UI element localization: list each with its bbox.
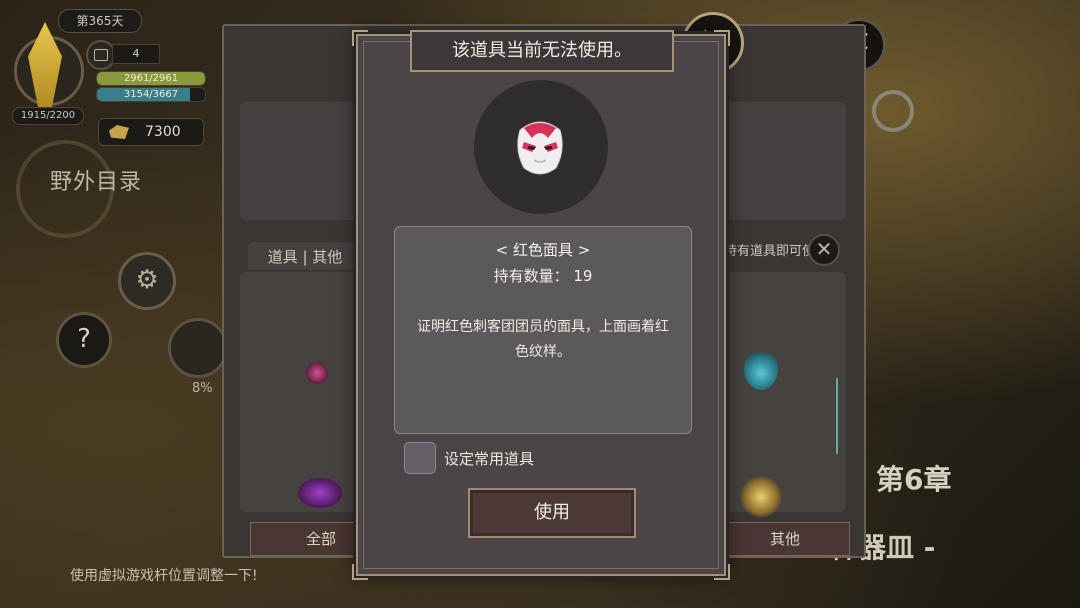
help-button[interactable]: ? bbox=[56, 312, 112, 368]
corner-ornament bbox=[352, 564, 368, 580]
item-purple-gem-icon[interactable] bbox=[298, 478, 342, 508]
day-counter: 第365天 bbox=[58, 9, 142, 33]
item-quantity: 持有数量： 19 bbox=[493, 267, 593, 285]
energy-bar: 3154/3667 bbox=[96, 87, 206, 102]
gold-icon bbox=[109, 125, 129, 139]
tab-items-other[interactable]: 道具 | 其他 bbox=[248, 242, 362, 270]
corner-ornament bbox=[714, 564, 730, 580]
health-bar: 2961/2961 bbox=[96, 71, 206, 86]
item-pink-orb-icon[interactable] bbox=[306, 362, 328, 384]
calendar-count: 4 bbox=[112, 44, 160, 64]
gold-counter: 7300 bbox=[98, 118, 204, 146]
item-dialog: 该道具当前无法使用。 < 红色面具 > 持有数量： 19 证明红色刺客团团员的面… bbox=[352, 30, 730, 580]
progress-percent: 8% bbox=[192, 381, 213, 396]
scrollbar[interactable] bbox=[836, 378, 838, 454]
chapter-label: 第6章 bbox=[876, 463, 952, 496]
schedule-calendar-icon[interactable] bbox=[168, 318, 228, 378]
settings-gear-icon[interactable]: ⚙ bbox=[118, 252, 176, 310]
filter-other-button[interactable]: 其他 bbox=[720, 522, 850, 556]
crystal-value: 1915/2200 bbox=[12, 107, 84, 125]
joystick-hint: 使用虚拟游戏杆位置调整一下! bbox=[70, 568, 258, 584]
favorite-checkbox-label: 设定常用道具 bbox=[444, 450, 535, 468]
item-portrait bbox=[474, 80, 608, 214]
corner-ornament bbox=[352, 30, 368, 46]
use-button[interactable]: 使用 bbox=[468, 488, 636, 538]
favorite-checkbox[interactable] bbox=[404, 442, 436, 474]
corner-ornament bbox=[714, 30, 730, 46]
auto-use-close-icon[interactable]: ✕ bbox=[808, 234, 840, 266]
dialog-title: 该道具当前无法使用。 bbox=[410, 30, 674, 72]
item-description: 证明红色刺客团团员的面具，上面画着红色纹样。 bbox=[417, 319, 669, 360]
gold-amount: 7300 bbox=[145, 124, 181, 140]
target-gear-icon bbox=[872, 90, 914, 132]
item-name: < 红色面具 > bbox=[495, 241, 591, 259]
wild-directory-button[interactable]: 野外目录 bbox=[50, 164, 142, 196]
item-gold-dust-icon[interactable] bbox=[740, 476, 782, 518]
item-water-drop-icon[interactable] bbox=[744, 348, 778, 390]
red-mask-icon bbox=[517, 121, 563, 175]
item-info-box: < 红色面具 > 持有数量： 19 证明红色刺客团团员的面具，上面画着红色纹样。 bbox=[394, 226, 692, 434]
